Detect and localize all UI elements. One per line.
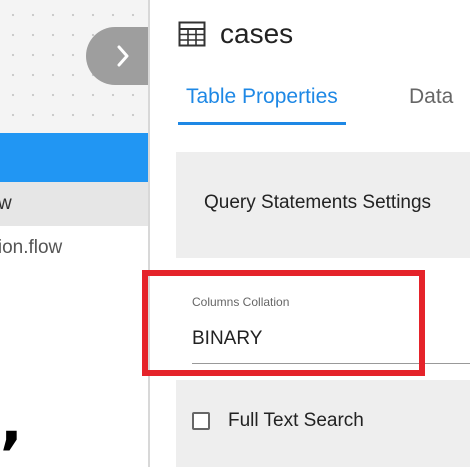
panel-header: cases: [178, 14, 293, 54]
table-properties-panel: cases Table Properties Data Query Statem…: [150, 0, 470, 467]
table-title: cases: [220, 18, 294, 49]
expand-panel-button[interactable]: [86, 27, 148, 85]
file-item-label: ation.flow: [0, 237, 63, 258]
file-list-item[interactable]: ation.flow: [0, 226, 148, 270]
tab-data[interactable]: Data: [409, 82, 453, 122]
columns-collation-label: Columns Collation: [192, 295, 290, 309]
query-statements-settings-section[interactable]: Query Statements Settings: [176, 152, 470, 258]
columns-collation-field[interactable]: Columns Collation BINARY: [176, 258, 470, 380]
columns-collation-value[interactable]: BINARY: [192, 328, 262, 350]
table-icon: [178, 21, 206, 47]
chevron-right-icon: [117, 45, 129, 67]
tab-bar: Table Properties Data: [176, 82, 470, 128]
selected-file-item[interactable]: [0, 133, 148, 182]
file-item-label: w: [0, 193, 12, 214]
full-text-search-label: Full Text Search: [228, 410, 364, 431]
section-title: Query Statements Settings: [204, 192, 432, 213]
field-underline: [192, 363, 470, 364]
flow-canvas[interactable]: [0, 0, 148, 133]
file-list-item[interactable]: w: [0, 182, 148, 226]
tab-table-properties[interactable]: Table Properties: [178, 82, 346, 125]
full-text-search-option[interactable]: Full Text Search: [192, 406, 364, 436]
stray-comma-mark: ,: [0, 387, 23, 457]
full-text-search-checkbox[interactable]: [192, 412, 210, 430]
